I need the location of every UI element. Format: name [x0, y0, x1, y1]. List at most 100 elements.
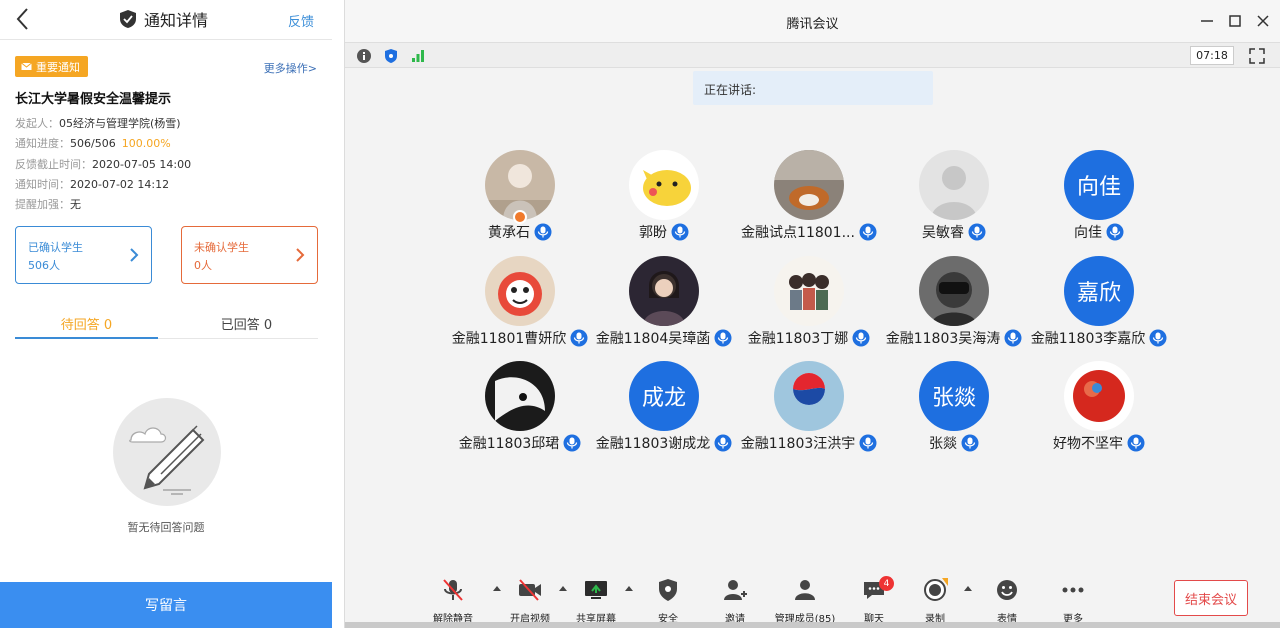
- meta-label: 通知时间：: [15, 178, 70, 191]
- write-message-button[interactable]: 写留言: [0, 582, 332, 628]
- more-actions-link[interactable]: 更多操作>: [264, 60, 317, 76]
- participant-avatar: [774, 150, 844, 220]
- chat-button[interactable]: 4 聊天: [839, 576, 909, 625]
- active-speaker-banner: 正在讲话:: [693, 71, 933, 105]
- envelope-icon: [21, 62, 32, 70]
- empty-state-text: 暂无待回答问题: [127, 521, 205, 534]
- participant-avatar: [629, 256, 699, 326]
- card-title: 已确认学生: [28, 241, 83, 254]
- invite-button[interactable]: 邀请: [700, 576, 770, 625]
- meta-value: 05经济与管理学院(杨雪): [59, 117, 181, 130]
- meta-label: 提醒加强：: [15, 198, 70, 211]
- participant-avatar: [485, 361, 555, 431]
- meta-label: 发起人：: [15, 117, 59, 130]
- mic-status-icon[interactable]: [1127, 434, 1145, 452]
- maximize-icon[interactable]: [1226, 12, 1244, 30]
- participant-avatar: [919, 150, 989, 220]
- participant-name: 金融11803谢成龙: [595, 436, 711, 452]
- page-title-text: 通知详情: [144, 11, 209, 30]
- signal-strength-icon[interactable]: [410, 48, 426, 64]
- mic-status-icon[interactable]: [961, 434, 979, 452]
- meta-reminder: 提醒加强：无: [15, 196, 81, 212]
- info-icon[interactable]: [356, 48, 372, 64]
- panel-header: 通知详情 反馈: [0, 0, 332, 40]
- participant-avatar: 成龙: [629, 361, 699, 431]
- camera-off-icon: [519, 579, 541, 601]
- share-screen-button[interactable]: 共享屏幕: [561, 576, 631, 625]
- meta-initiator: 发起人：05经济与管理学院(杨雪): [15, 115, 181, 131]
- participant-name: 金融11803汪洪宇: [740, 436, 856, 452]
- confirmed-students-card[interactable]: 已确认学生 506人: [15, 226, 152, 284]
- record-button[interactable]: 录制: [900, 576, 970, 625]
- participant-name: 金融11804吴璋菡: [595, 331, 711, 347]
- mic-status-icon[interactable]: [671, 223, 689, 241]
- more-button[interactable]: 更多: [1038, 576, 1108, 625]
- chevron-right-icon: [296, 248, 305, 262]
- title-bar: 腾讯会议: [345, 0, 1280, 42]
- meeting-window: 腾讯会议 07:18 正在讲话: 解除静音 开启视频 共享屏幕 安全 邀请 管理…: [345, 0, 1280, 628]
- meta-label: 通知进度：: [15, 137, 70, 150]
- invite-person-icon: [724, 580, 747, 600]
- active-tab-indicator: [15, 337, 158, 339]
- shield-icon: [659, 579, 677, 601]
- participant-name: 金融11803丁娜: [747, 331, 849, 347]
- participant-name-row: 金融11803李嘉欣: [1009, 328, 1189, 348]
- meta-value: 2020-07-05 14:00: [92, 158, 192, 171]
- mic-status-icon[interactable]: [1149, 329, 1167, 347]
- tab-answered[interactable]: 已回答 0: [175, 314, 318, 333]
- back-arrow-icon[interactable]: [12, 6, 36, 32]
- meta-notice-time: 通知时间：2020-07-02 14:12: [15, 176, 169, 192]
- fullscreen-icon[interactable]: [1248, 47, 1266, 65]
- mic-status-icon[interactable]: [534, 223, 552, 241]
- members-icon: [795, 580, 815, 600]
- window-title: 腾讯会议: [786, 17, 839, 32]
- meta-value: 506/506: [70, 137, 116, 150]
- mic-status-icon[interactable]: [968, 223, 986, 241]
- participant-name: 金融11803邱珺: [458, 436, 560, 452]
- participant-avatar: 张燚: [919, 361, 989, 431]
- start-video-button[interactable]: 开启视频: [495, 576, 565, 625]
- record-icon: [924, 578, 948, 601]
- reaction-button[interactable]: 表情: [972, 576, 1042, 625]
- end-meeting-button[interactable]: 结束会议: [1174, 580, 1248, 616]
- participant-avatar: 向佳: [1064, 150, 1134, 220]
- notice-title: 长江大学暑假安全温馨提示: [15, 92, 172, 107]
- participant-name: 金融试点11801...: [741, 225, 855, 241]
- unconfirmed-students-card[interactable]: 未确认学生 0人: [181, 226, 318, 284]
- minimize-icon[interactable]: [1198, 12, 1216, 30]
- empty-state-illustration: [113, 398, 221, 506]
- unread-badge: 4: [879, 576, 894, 591]
- important-notice-badge: 重要通知: [15, 56, 88, 77]
- manage-members-button[interactable]: 管理成员(85): [770, 576, 840, 625]
- meta-progress: 通知进度：506/506 100.00%: [15, 135, 171, 151]
- participant-name: 郭盼: [639, 225, 667, 241]
- unmute-button[interactable]: 解除静音: [418, 576, 488, 625]
- answer-tabs: 待回答 0 已回答 0: [15, 310, 318, 339]
- badge-label: 重要通知: [36, 60, 80, 74]
- participant-tile[interactable]: 好物不坚牢: [1009, 361, 1189, 457]
- page-title: 通知详情: [118, 6, 208, 32]
- meta-deadline: 反馈截止时间：2020-07-05 14:00: [15, 156, 191, 172]
- participant-avatar: [774, 361, 844, 431]
- participant-avatar: [919, 256, 989, 326]
- security-shield-icon[interactable]: [383, 48, 399, 64]
- feedback-link[interactable]: 反馈: [288, 11, 314, 30]
- participant-avatar: [485, 256, 555, 326]
- close-icon[interactable]: [1254, 12, 1272, 30]
- chevron-right-icon: [130, 248, 139, 262]
- meta-value: 无: [70, 198, 81, 211]
- participant-name: 好物不坚牢: [1053, 436, 1123, 452]
- participant-name-row: 向佳: [1009, 222, 1189, 242]
- tab-pending[interactable]: 待回答 0: [15, 314, 158, 333]
- mic-status-icon[interactable]: [1106, 223, 1124, 241]
- participant-tile[interactable]: 向佳 向佳: [1009, 150, 1189, 246]
- participant-name: 黄承石: [488, 225, 530, 241]
- security-button[interactable]: 安全: [633, 576, 703, 625]
- participant-avatar: [629, 150, 699, 220]
- participant-name: 吴敏睿: [922, 225, 964, 241]
- participant-tile[interactable]: 嘉欣 金融11803李嘉欣: [1009, 256, 1189, 352]
- card-count: 0人: [194, 259, 212, 272]
- pencil-cloud-icon: [129, 425, 205, 495]
- participant-name: 金融11803李嘉欣: [1030, 331, 1146, 347]
- participant-avatar: [774, 256, 844, 326]
